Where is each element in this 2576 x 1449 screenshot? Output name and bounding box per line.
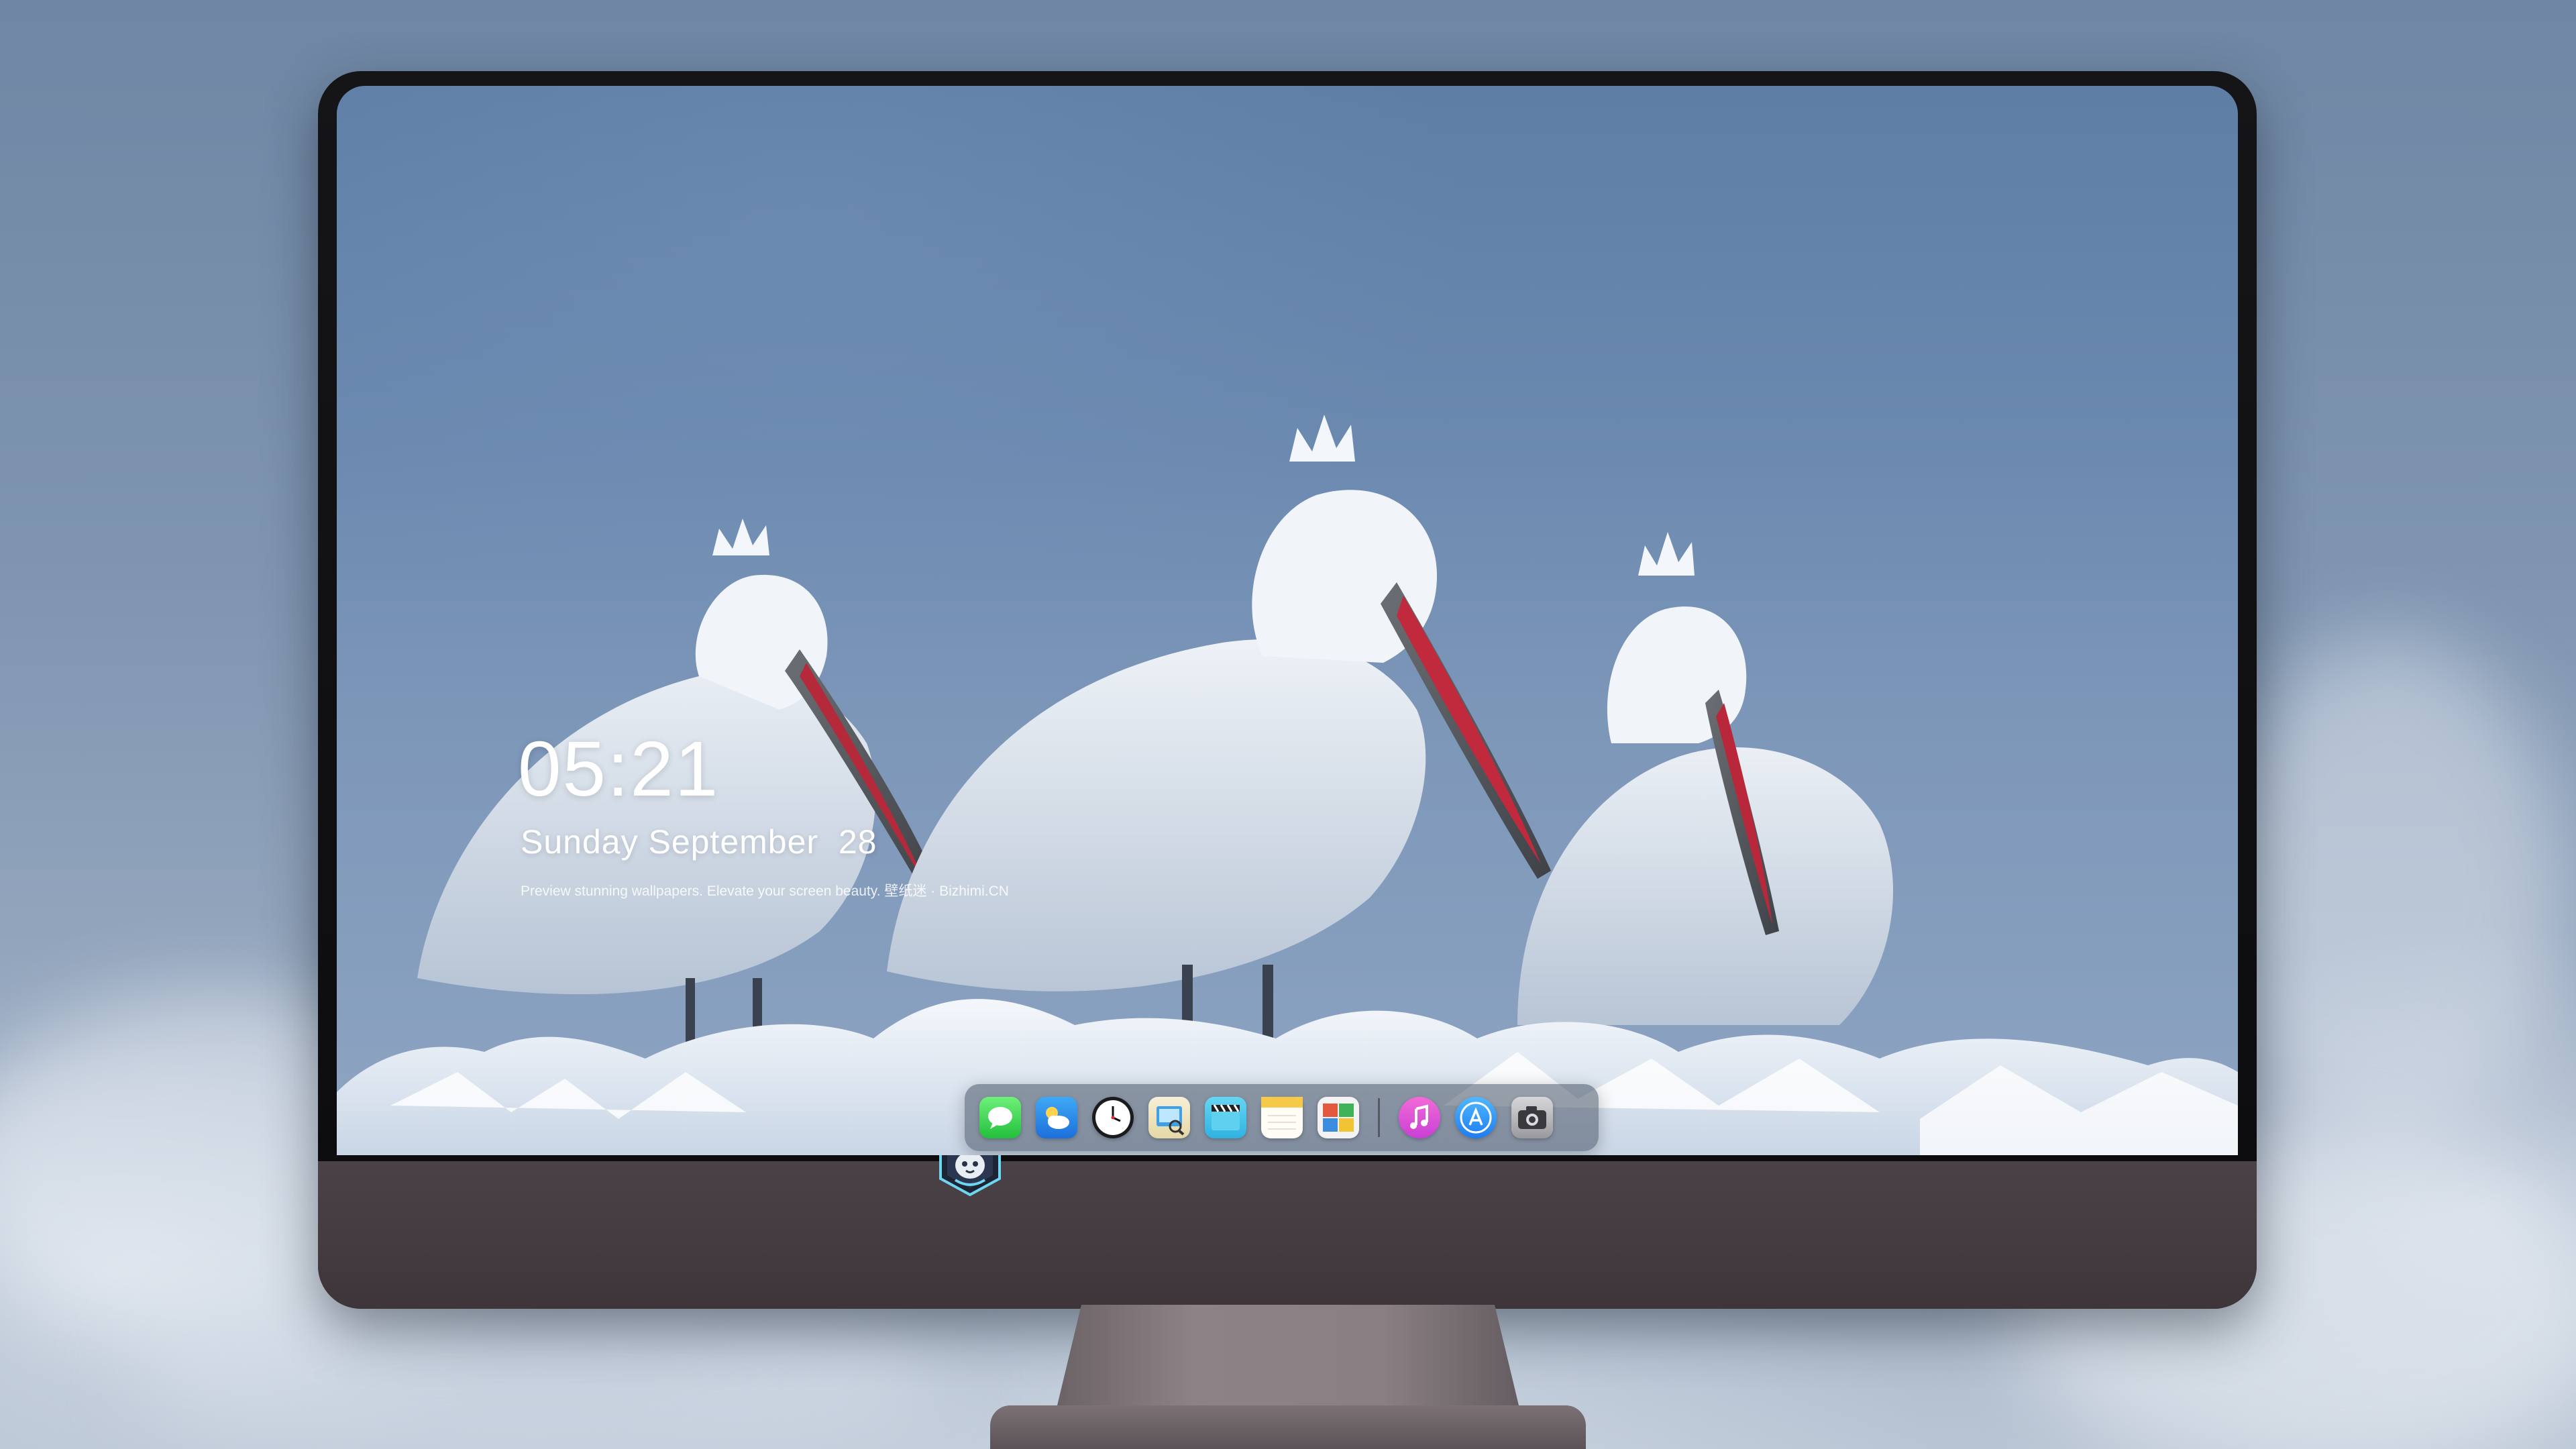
camera-icon[interactable] — [1511, 1097, 1553, 1138]
messages-icon[interactable] — [979, 1097, 1021, 1138]
music-icon[interactable] — [1399, 1097, 1440, 1138]
monitor-chin — [318, 1161, 2257, 1309]
dock — [965, 1084, 1599, 1151]
lock-screen-caption: Preview stunning wallpapers. Elevate you… — [521, 883, 1009, 899]
app-store-icon[interactable] — [1455, 1097, 1497, 1138]
monitor-stand-base — [990, 1405, 1586, 1449]
notes-icon[interactable] — [1261, 1097, 1303, 1138]
weather-icon[interactable] — [1036, 1097, 1077, 1138]
desktop-background: 05:21 Sunday September 28 Preview stunni… — [0, 0, 2576, 1449]
lock-screen-date: Sunday September 28 — [521, 823, 877, 861]
preview-icon[interactable] — [1148, 1097, 1190, 1138]
monitor-stand-neck — [1053, 1305, 1523, 1422]
clock-icon[interactable] — [1092, 1097, 1134, 1138]
lock-screen-time: 05:21 — [518, 725, 720, 812]
video-clapper-icon[interactable] — [1205, 1097, 1246, 1138]
photo-booth-icon[interactable] — [1318, 1097, 1359, 1138]
wallpaper-image — [337, 415, 2238, 1155]
lock-screen: 05:21 Sunday September 28 Preview stunni… — [337, 86, 2238, 1155]
dock-separator — [1378, 1098, 1380, 1137]
